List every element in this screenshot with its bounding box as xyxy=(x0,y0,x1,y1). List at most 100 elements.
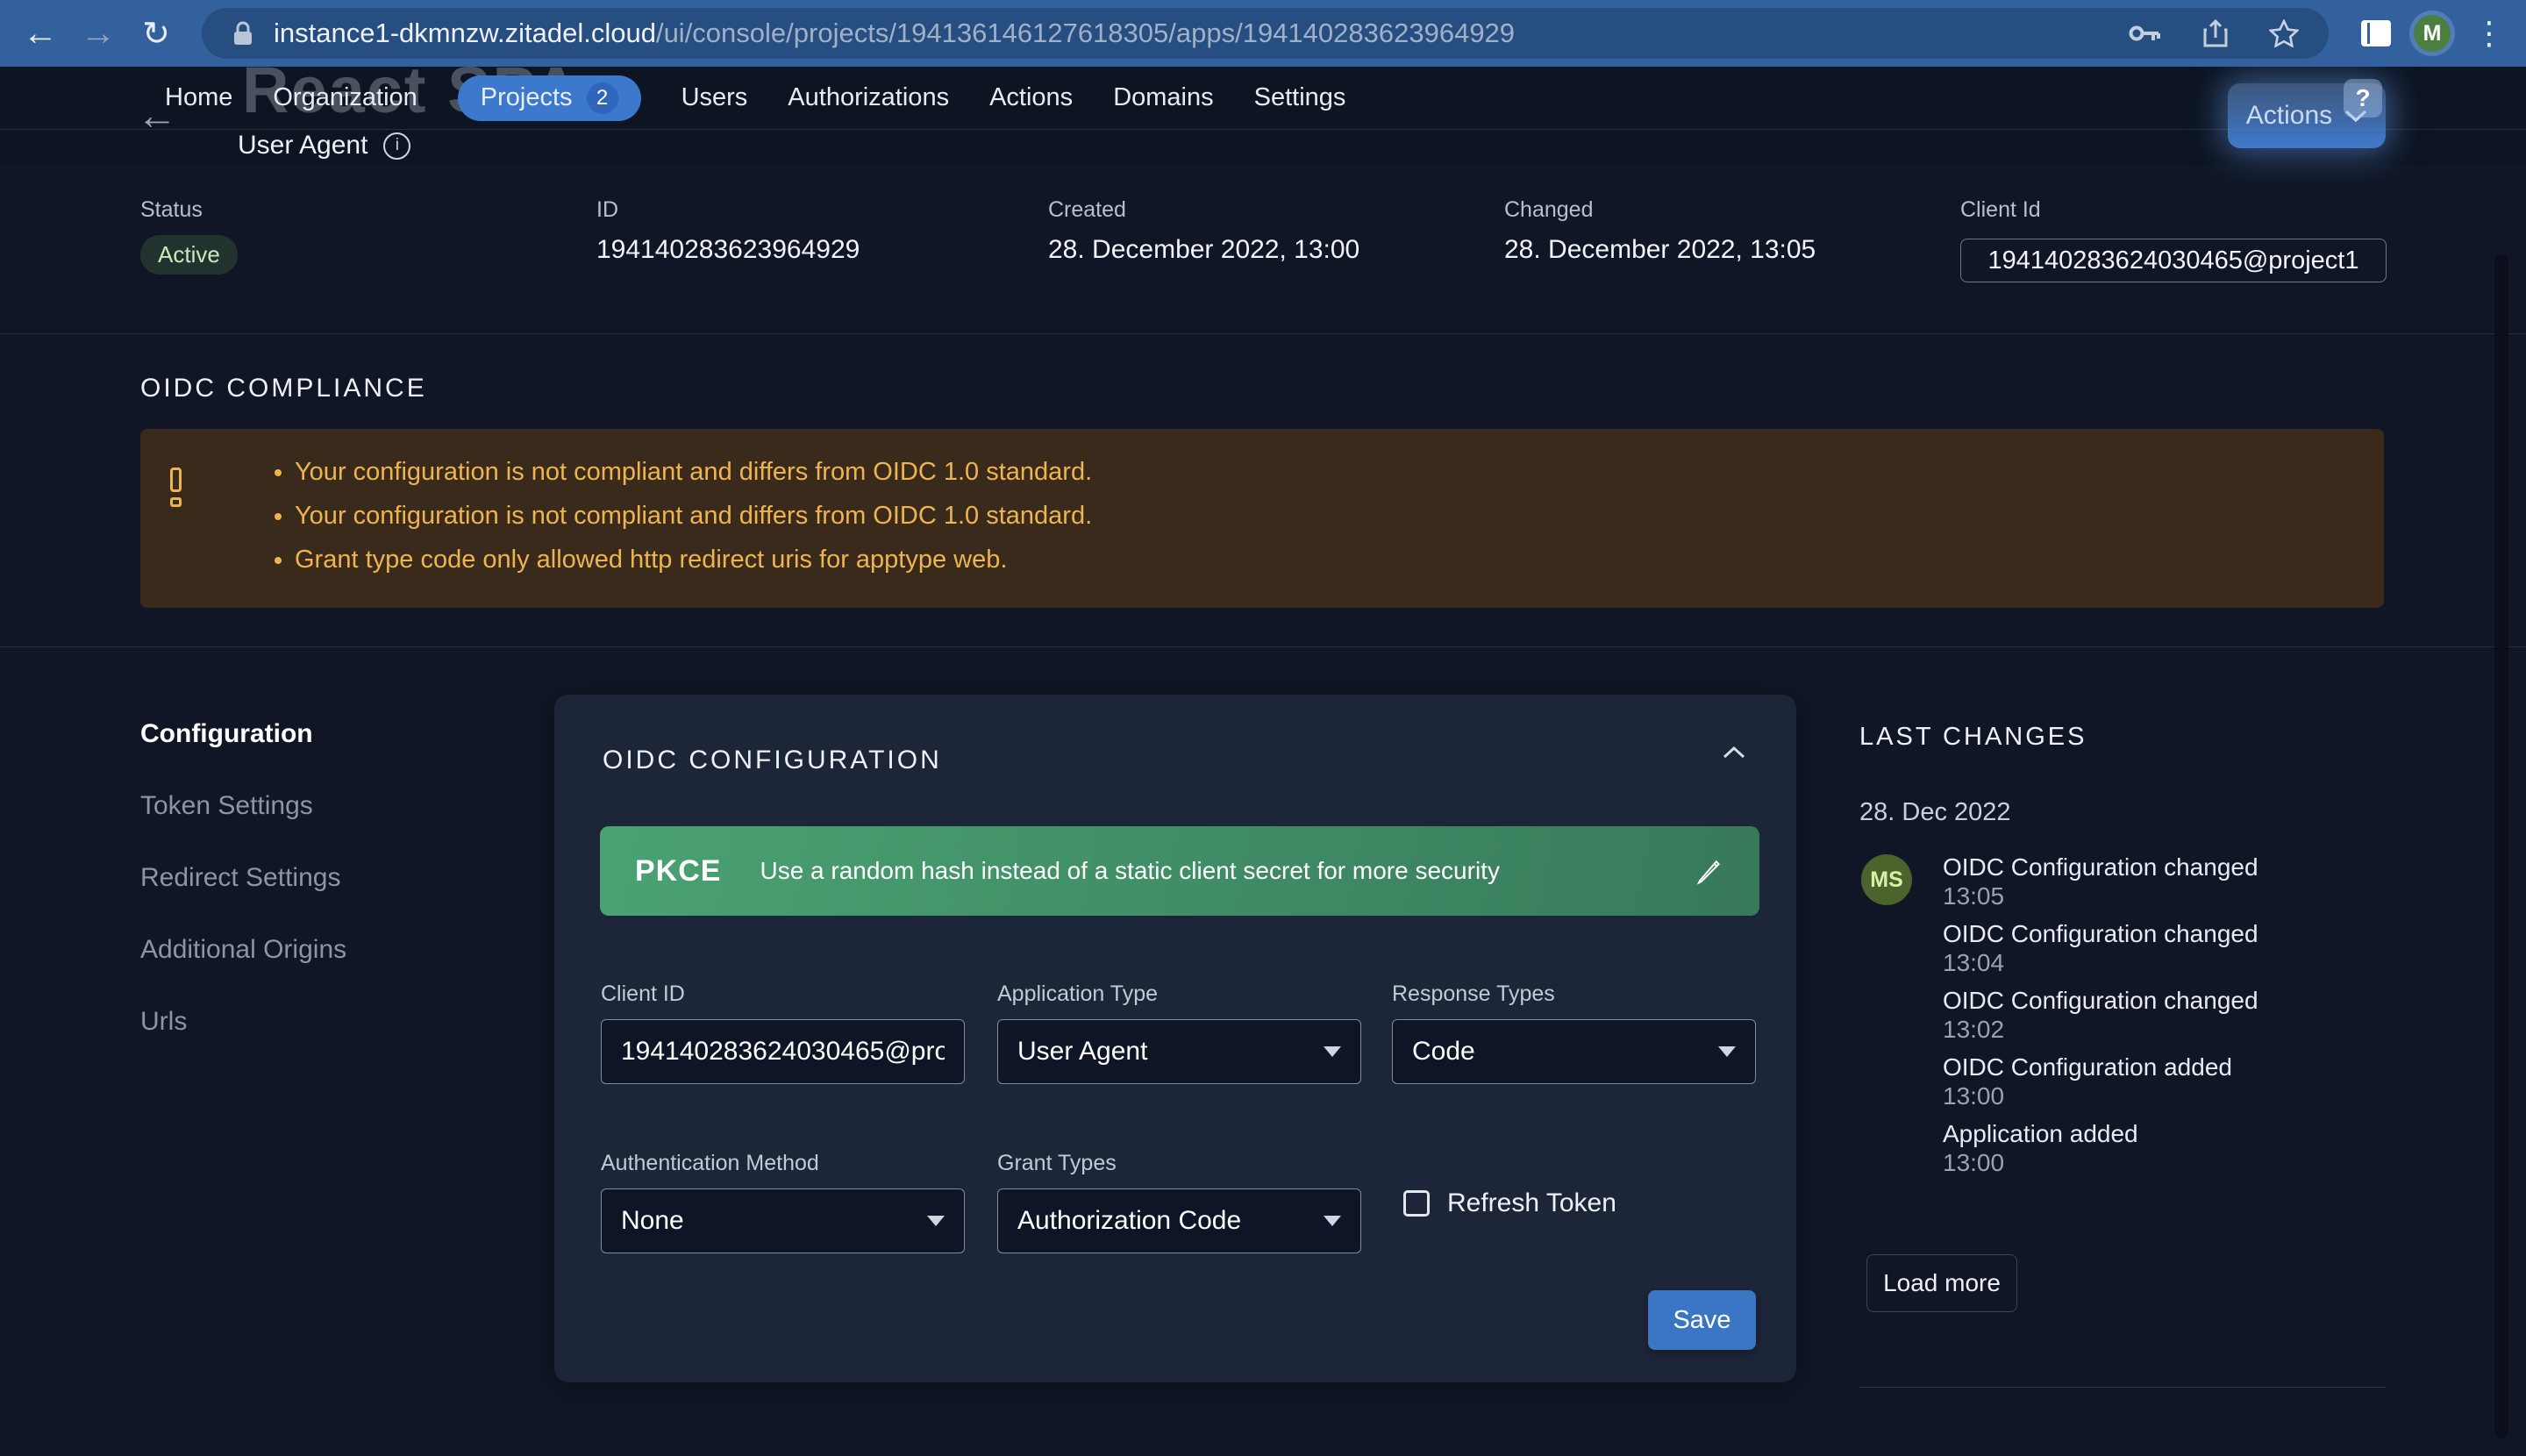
nav-item-label: Projects xyxy=(481,83,573,112)
client-id-label: Client Id xyxy=(1960,197,2387,223)
status-label: Status xyxy=(140,197,596,223)
nav-item-label: Home xyxy=(165,83,232,112)
client-id-field-label: Client ID xyxy=(601,981,965,1007)
nav-item-label: Settings xyxy=(1254,83,1346,112)
created-value: 28. December 2022, 13:00 xyxy=(1048,235,1504,265)
url-text: instance1-dkmnzw.zitadel.cloud/ui/consol… xyxy=(274,18,1515,49)
client-id-chip[interactable]: 194140283624030465@project1 xyxy=(1960,239,2387,282)
warning-item: Your configuration is not compliant and … xyxy=(295,494,1092,538)
actions-dropdown-label: Actions xyxy=(2246,101,2332,131)
share-icon[interactable] xyxy=(2202,18,2229,48)
compliance-section-title: OIDC COMPLIANCE xyxy=(140,374,427,403)
change-event: OIDC Configuration changed 13:04 xyxy=(1943,919,2258,986)
status-badge: Active xyxy=(140,235,238,275)
grant-types-value: Authorization Code xyxy=(1017,1206,1313,1236)
browser-forward-icon[interactable]: → xyxy=(74,0,123,67)
changed-value: 28. December 2022, 13:05 xyxy=(1504,235,1960,265)
id-label: ID xyxy=(596,197,1048,223)
divider xyxy=(0,333,2526,334)
bookmark-star-icon[interactable] xyxy=(2269,19,2299,47)
side-nav-item[interactable]: Configuration xyxy=(140,719,346,749)
nav-item[interactable]: Organization xyxy=(273,83,417,112)
compliance-warning-box: Your configuration is not compliant and … xyxy=(140,429,2384,608)
client-id-input[interactable] xyxy=(601,1019,965,1084)
changed-label: Changed xyxy=(1504,197,1960,223)
help-button[interactable]: ? xyxy=(2344,79,2382,118)
response-types-label: Response Types xyxy=(1392,981,1756,1007)
app-meta-row: Status Active ID 194140283623964929 Crea… xyxy=(140,197,2387,282)
side-nav-item[interactable]: Urls xyxy=(140,1007,346,1037)
client-id-field: Client ID xyxy=(601,981,965,1084)
nav-item-label: Domains xyxy=(1113,83,1213,112)
settings-side-nav: Configuration Token Settings Redirect Se… xyxy=(140,719,346,1079)
load-more-button[interactable]: Load more xyxy=(1866,1254,2017,1312)
collapse-chevron-up-icon[interactable] xyxy=(1721,744,1747,761)
nav-item[interactable]: Projects 2 xyxy=(458,75,641,121)
nav-item[interactable]: Authorizations xyxy=(788,83,949,112)
change-event: OIDC Configuration changed 13:05 xyxy=(1943,853,2258,919)
save-button[interactable]: Save xyxy=(1648,1290,1756,1350)
warning-icon xyxy=(170,467,182,507)
address-bar[interactable]: instance1-dkmnzw.zitadel.cloud/ui/consol… xyxy=(202,8,2329,59)
url-path: /ui/console/projects/194136146127618305/… xyxy=(656,18,1515,48)
warning-list: Your configuration is not compliant and … xyxy=(270,450,1092,582)
browser-profile-avatar[interactable]: M xyxy=(2414,15,2451,52)
refresh-token-option[interactable]: Refresh Token xyxy=(1403,1188,1616,1218)
response-types-value: Code xyxy=(1412,1037,1708,1067)
nav-item[interactable]: Actions xyxy=(989,83,1073,112)
refresh-token-label: Refresh Token xyxy=(1447,1188,1616,1218)
divider xyxy=(1859,1387,2386,1388)
lock-icon xyxy=(232,20,254,46)
last-changes-panel: LAST CHANGES 28. Dec 2022 MS OIDC Config… xyxy=(1859,723,2393,752)
created-label: Created xyxy=(1048,197,1504,223)
response-types-select[interactable]: Code xyxy=(1392,1019,1756,1084)
response-types-field: Response Types Code xyxy=(1392,981,1756,1084)
authentication-method-value: None xyxy=(621,1206,917,1236)
dropdown-arrow-icon xyxy=(1324,1046,1341,1057)
side-nav-item[interactable]: Token Settings xyxy=(140,791,346,821)
edit-pencil-icon[interactable] xyxy=(1695,856,1724,886)
grant-types-field: Grant Types Authorization Code xyxy=(997,1151,1361,1253)
dropdown-arrow-icon xyxy=(1324,1216,1341,1226)
dropdown-arrow-icon xyxy=(1718,1046,1736,1057)
browser-toolbar: ← → ↻ instance1-dkmnzw.zitadel.cloud/ui/… xyxy=(0,0,2526,67)
nav-item[interactable]: Home xyxy=(165,83,232,112)
change-event-time: 13:00 xyxy=(1943,1082,2258,1110)
page-scrollbar[interactable] xyxy=(2494,254,2508,1438)
authentication-method-label: Authentication Method xyxy=(601,1151,965,1176)
key-icon[interactable] xyxy=(2129,22,2162,45)
nav-item[interactable]: Settings xyxy=(1254,83,1346,112)
grant-types-label: Grant Types xyxy=(997,1151,1361,1176)
application-type-value: User Agent xyxy=(1017,1037,1313,1067)
side-nav-item[interactable]: Redirect Settings xyxy=(140,863,346,893)
change-event-title: Application added xyxy=(1943,1119,2258,1149)
browser-reload-icon[interactable]: ↻ xyxy=(132,0,181,67)
warning-item: Grant type code only allowed http redire… xyxy=(295,538,1092,582)
user-avatar: MS xyxy=(1861,854,1912,905)
browser-back-icon[interactable]: ← xyxy=(16,0,65,67)
nav-item[interactable]: Domains xyxy=(1113,83,1213,112)
nav-item-badge: 2 xyxy=(587,82,618,114)
authentication-method-select[interactable]: None xyxy=(601,1188,965,1253)
change-event: Application added 13:00 xyxy=(1943,1119,2258,1186)
change-event: OIDC Configuration changed 13:02 xyxy=(1943,986,2258,1053)
nav-item-label: Users xyxy=(681,83,748,112)
grant-types-select[interactable]: Authorization Code xyxy=(997,1188,1361,1253)
refresh-token-checkbox[interactable] xyxy=(1403,1190,1430,1217)
browser-menu-icon[interactable]: ⋮ xyxy=(2470,0,2508,67)
warning-item: Your configuration is not compliant and … xyxy=(295,450,1092,494)
application-type-field: Application Type User Agent xyxy=(997,981,1361,1084)
side-panel-icon[interactable] xyxy=(2361,20,2391,46)
change-event-time: 13:04 xyxy=(1943,949,2258,977)
main-nav: Home Organization Projects 2 Users Author… xyxy=(0,67,2526,130)
application-type-select[interactable]: User Agent xyxy=(997,1019,1361,1084)
info-icon[interactable]: i xyxy=(383,132,410,160)
change-event-time: 13:05 xyxy=(1943,882,2258,910)
divider xyxy=(0,646,2526,647)
side-nav-item[interactable]: Additional Origins xyxy=(140,935,346,965)
application-type-label: Application Type xyxy=(997,981,1361,1007)
pkce-badge: PKCE xyxy=(635,854,721,889)
card-title: OIDC CONFIGURATION xyxy=(603,746,942,775)
changes-date: 28. Dec 2022 xyxy=(1859,798,2011,827)
nav-item[interactable]: Users xyxy=(681,83,748,112)
